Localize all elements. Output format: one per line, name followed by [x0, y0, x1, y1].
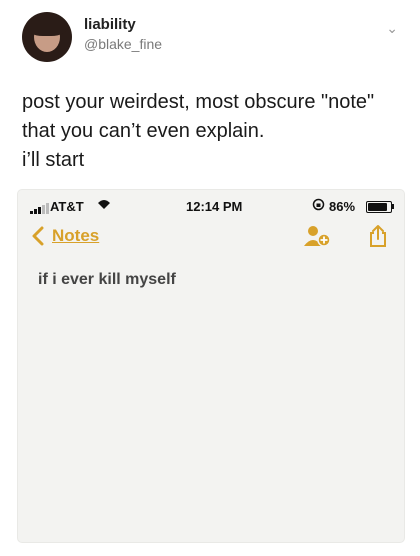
notes-nav-bar: Notes — [18, 220, 404, 260]
note-body[interactable]: if i ever kill myself — [38, 271, 176, 289]
user-handle[interactable]: @blake_fine — [84, 36, 162, 52]
chevron-down-icon[interactable]: ⌄ — [386, 20, 398, 37]
battery-icon — [366, 201, 392, 213]
wifi-icon — [97, 198, 111, 213]
back-button[interactable]: Notes — [30, 226, 99, 246]
tweet-header: liability @blake_fine ⌄ — [22, 12, 402, 68]
tweet-text-line: i’ll start — [22, 149, 85, 171]
phone-screenshot: AT&T 12:14 PM 86% Notes if i ever kill m… — [18, 190, 404, 542]
back-label: Notes — [52, 226, 100, 245]
carrier-label: AT&T — [50, 199, 84, 214]
battery-tip — [392, 204, 394, 209]
chevron-left-icon — [32, 226, 44, 246]
status-bar: AT&T 12:14 PM 86% — [18, 190, 404, 218]
tweet-text: post your weirdest, most obscure "note" … — [22, 88, 402, 175]
signal-icon — [30, 203, 49, 214]
battery-percent: 86% — [329, 199, 356, 214]
clock: 12:14 PM — [186, 199, 243, 214]
avatar[interactable] — [22, 12, 72, 62]
share-icon[interactable] — [366, 224, 390, 248]
tweet-text-line: post your weirdest, most obscure "note" — [22, 91, 375, 113]
tweet-text-line: that you can’t even explain. — [22, 120, 265, 142]
add-people-icon[interactable] — [302, 224, 332, 248]
rotation-lock-icon — [312, 198, 325, 214]
user-name[interactable]: liability — [84, 16, 136, 33]
battery-fill — [368, 203, 387, 211]
